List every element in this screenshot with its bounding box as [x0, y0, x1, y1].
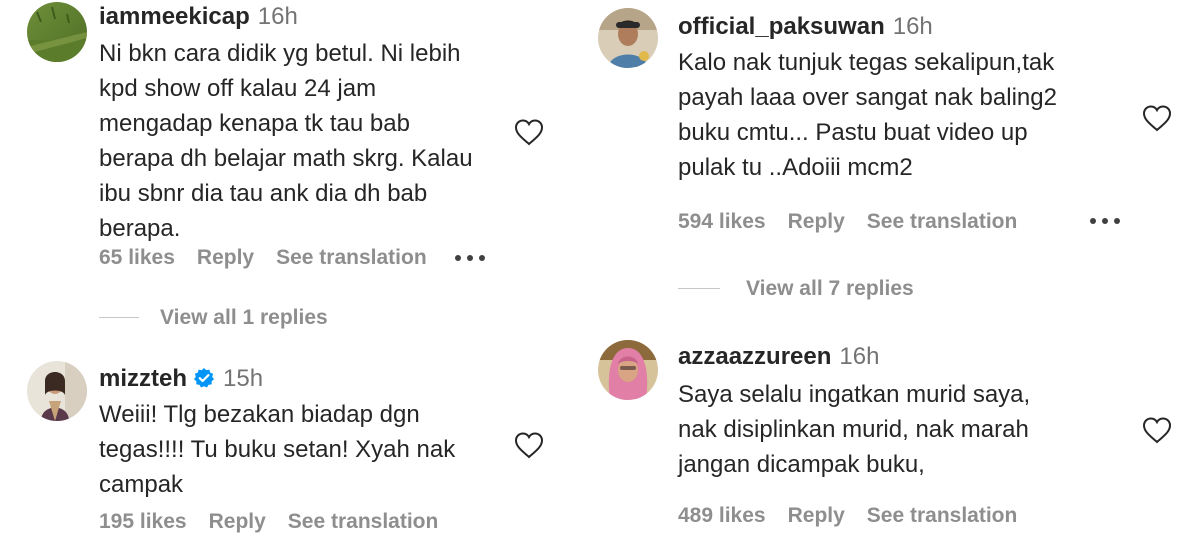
- right-comment-column: official_paksuwan 16h Kalo nak tunjuk teg…: [580, 0, 1200, 548]
- reply-button[interactable]: Reply: [197, 246, 254, 269]
- view-replies-label: View all 1 replies: [160, 306, 328, 329]
- heart-icon[interactable]: [1142, 416, 1172, 444]
- see-translation-button[interactable]: See translation: [288, 510, 439, 533]
- avatar[interactable]: [27, 361, 87, 421]
- replies-divider: [99, 317, 139, 318]
- replies-divider: [678, 288, 720, 289]
- man-portrait-avatar-icon: [598, 8, 658, 68]
- view-replies-button[interactable]: View all 1 replies: [99, 305, 429, 331]
- left-comment-column: iammeekicap 16h Ni bkn cara didik yg betu…: [0, 0, 560, 548]
- username[interactable]: iammeekicap: [99, 3, 250, 30]
- reply-button[interactable]: Reply: [788, 504, 845, 527]
- heart-icon[interactable]: [514, 431, 544, 459]
- avatar[interactable]: [598, 340, 658, 400]
- reply-button[interactable]: Reply: [209, 510, 266, 533]
- view-replies-label: View all 7 replies: [746, 277, 914, 300]
- see-translation-button[interactable]: See translation: [276, 246, 427, 269]
- verified-badge-icon: [194, 368, 215, 388]
- see-translation-button[interactable]: See translation: [867, 504, 1018, 527]
- comment-text: Weiii! Tlg bezakan biadap dgn tegas!!!! …: [99, 401, 456, 498]
- comment-header: mizzteh 15h: [99, 364, 263, 394]
- timestamp[interactable]: 16h: [893, 13, 933, 40]
- comment-actions: 195 likes Reply See translation: [99, 509, 460, 535]
- likes-count[interactable]: 489 likes: [678, 504, 766, 527]
- heart-icon[interactable]: [1142, 104, 1172, 132]
- comment-header: iammeekicap 16h: [99, 2, 298, 32]
- avatar[interactable]: [598, 8, 658, 68]
- see-translation-button[interactable]: See translation: [867, 210, 1018, 233]
- timestamp[interactable]: 16h: [839, 343, 879, 370]
- woman-portrait-avatar-icon: [27, 361, 87, 421]
- username[interactable]: official_paksuwan: [678, 13, 885, 40]
- woman-hijab-avatar-icon: [598, 340, 658, 400]
- likes-count[interactable]: 594 likes: [678, 210, 766, 233]
- more-options-icon[interactable]: [455, 253, 489, 263]
- likes-count[interactable]: 65 likes: [99, 246, 175, 269]
- more-options-icon[interactable]: [1090, 216, 1124, 226]
- username[interactable]: mizzteh: [99, 365, 187, 392]
- timestamp[interactable]: 15h: [223, 365, 263, 392]
- comment-text: Kalo nak tunjuk tegas sekalipun,tak paya…: [678, 49, 1057, 181]
- comment-header: official_paksuwan 16h: [678, 12, 933, 42]
- view-replies-button[interactable]: View all 7 replies: [678, 276, 1038, 302]
- comment-actions: 594 likes Reply See translation: [678, 209, 1039, 235]
- reply-button[interactable]: Reply: [788, 210, 845, 233]
- heart-icon[interactable]: [514, 118, 544, 146]
- comment-text: Ni bkn cara didik yg betul. Ni lebih kpd…: [99, 40, 473, 242]
- timestamp[interactable]: 16h: [258, 3, 298, 30]
- comment-header: azzaazzureen 16h: [678, 342, 879, 372]
- comment-actions: 489 likes Reply See translation: [678, 503, 1039, 529]
- username[interactable]: azzaazzureen: [678, 343, 831, 370]
- grass-photo-avatar-icon: [27, 2, 87, 62]
- comment-text: Saya selalu ingatkan murid saya, nak dis…: [678, 381, 1031, 478]
- avatar[interactable]: [27, 2, 87, 62]
- likes-count[interactable]: 195 likes: [99, 510, 187, 533]
- comment-actions: 65 likes Reply See translation: [99, 245, 449, 271]
